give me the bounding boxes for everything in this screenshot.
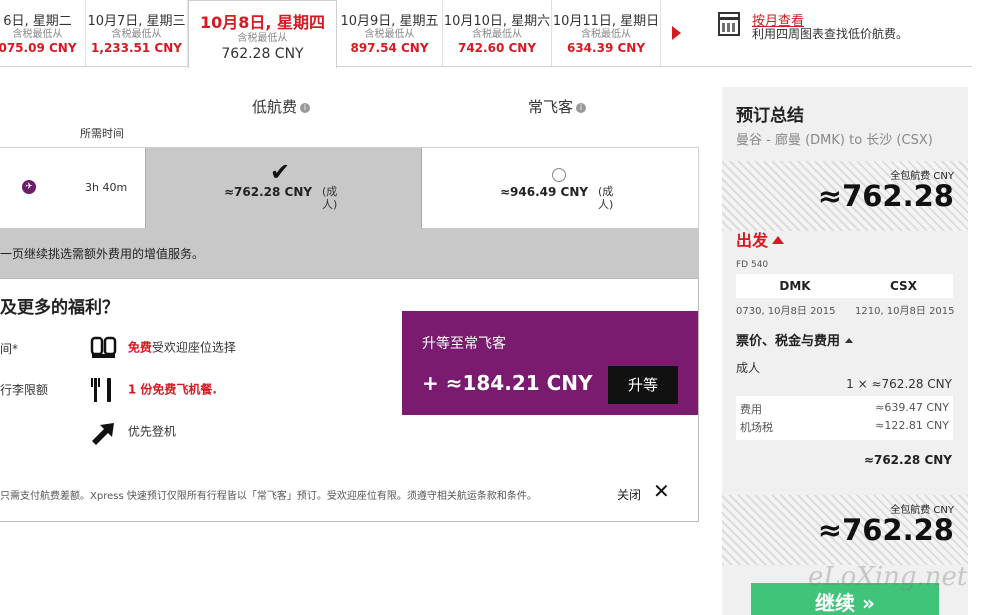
date-label: 6日, 星期二 — [3, 14, 72, 29]
total-fare-box-bottom: 全包航费 CNY ≈762.28 — [722, 495, 968, 565]
adult-price-line: 1 × ≈762.28 CNY — [846, 377, 952, 391]
benefit-seat: 免费受欢迎座位选择 — [90, 335, 236, 361]
seat-benefit-text: 受欢迎座位选择 — [151, 340, 236, 355]
fee-label: 费用 — [740, 403, 762, 416]
low-fare-header-label: 低航费 — [252, 98, 298, 116]
date-cell-8-selected[interactable]: 10月8日, 星期四 含税最低从 762.28 CNY — [188, 0, 337, 68]
addon-notice-text: 一页继续挑选需额外费用的增值服务。 — [0, 247, 205, 261]
collapse-arrow-icon — [845, 338, 854, 343]
seat-free-label: 免费 — [127, 340, 152, 355]
date-label: 10月11日, 星期日 — [552, 14, 660, 29]
fare-radio-button[interactable] — [552, 168, 566, 182]
close-label[interactable]: 关闭 — [617, 486, 641, 503]
date-cell-6[interactable]: 6日, 星期二 含税最低从 075.09 CNY — [0, 0, 86, 66]
frequent-flyer-fare-amount: ≈946.49 CNY — [500, 185, 589, 199]
summary-title: 预订总结 — [736, 106, 804, 126]
boarding-benefit-text: 优先登机 — [127, 424, 176, 439]
upgrade-benefits-panel: 及更多的福利？ 间* 行李限额 免费受欢迎座位选择 1 份免费飞机餐. 优先登机… — [0, 278, 699, 522]
total-fare-amount: ≈762.28 — [817, 513, 954, 547]
date-price: 897.54 CNY — [350, 41, 429, 55]
date-price: 742.60 CNY — [457, 41, 537, 55]
segment-origin: DMK — [736, 274, 867, 298]
close-icon[interactable]: ✕ — [653, 479, 670, 503]
fees-toggle[interactable]: 票价、税金与费用 — [736, 330, 854, 349]
upgrade-title: 升等至常飞客 — [422, 336, 506, 352]
date-label: 10月7日, 星期三 — [87, 14, 186, 29]
flight-duration: 3h 40m — [85, 181, 128, 194]
frequent-flyer-header: 常飞客 i — [528, 96, 587, 117]
date-label: 10月9日, 星期五 — [340, 14, 439, 29]
departure-toggle[interactable]: 出发 — [736, 227, 785, 251]
meal-benefit-text: 1 份免费飞机餐. — [127, 382, 217, 397]
date-cell-7[interactable]: 10月7日, 星期三 含税最低从 1,233.51 CNY — [86, 0, 188, 66]
summary-route: 曼谷 - 廊曼 (DMK) to 长沙 (CSX) — [736, 133, 933, 148]
info-icon[interactable]: i — [576, 102, 587, 113]
seat-icon — [90, 336, 117, 358]
date-label: 10月10日, 星期六 — [443, 14, 551, 29]
month-view-desc: 利用四周图表查找低价航费。 — [752, 27, 909, 41]
tax-value: ≈122.81 CNY — [875, 419, 949, 432]
watermark: eLoXing.net — [808, 562, 968, 592]
cutlery-icon — [91, 378, 111, 402]
benefit-left-2: 行李限额 — [0, 383, 49, 397]
plane-icon[interactable]: ✈ — [22, 180, 36, 194]
segment-destination: CSX — [854, 274, 953, 298]
frequent-flyer-fare-option[interactable]: ≈946.49 CNY (成人) — [422, 148, 699, 228]
benefit-meal: 1 份免费飞机餐. — [90, 377, 217, 403]
upgrade-button[interactable]: 升等 — [608, 366, 678, 404]
tax-note: 含税最低从 — [581, 29, 631, 40]
tax-label: 机场税 — [740, 421, 773, 434]
total-fare-amount: ≈762.28 — [817, 179, 954, 213]
fee-breakdown: 费用 ≈639.47 CNY 机场税 ≈122.81 CNY — [736, 396, 953, 440]
date-cell-9[interactable]: 10月9日, 星期五 含税最低从 897.54 CNY — [337, 0, 443, 66]
tax-note: 含税最低从 — [12, 29, 63, 40]
date-cell-11[interactable]: 10月11日, 星期日 含税最低从 634.39 CNY — [552, 0, 661, 66]
booking-summary: 预订总结 曼谷 - 廊曼 (DMK) to 长沙 (CSX) 全包航费 CNY … — [722, 87, 968, 615]
flight-number: FD 540 — [736, 260, 769, 270]
date-cell-10[interactable]: 10月10日, 星期六 含税最低从 742.60 CNY — [443, 0, 552, 66]
low-fare-header: 低航费 i — [252, 96, 311, 117]
tax-note: 含税最低从 — [364, 29, 415, 40]
benefit-boarding: 优先登机 — [90, 419, 176, 445]
subtotal: ≈762.28 CNY — [863, 453, 952, 467]
flight-row-info: ✈ 3h 40m — [0, 148, 145, 228]
date-price: 762.28 CNY — [221, 46, 304, 62]
adult-label: 成人 — [736, 361, 761, 375]
date-label: 10月8日, 星期四 — [199, 13, 326, 32]
low-fare-amount: ≈762.28 CNY — [224, 185, 313, 199]
duration-header: 所需时间 — [80, 127, 124, 140]
tax-note: 含税最低从 — [472, 29, 522, 40]
tax-note: 含税最低从 — [111, 29, 162, 40]
info-icon[interactable]: i — [300, 102, 311, 113]
benefit-left-1: 间* — [0, 342, 19, 356]
fees-title: 票价、税金与费用 — [736, 334, 841, 349]
addon-notice: 一页继续挑选需额外费用的增值服务。 — [0, 228, 699, 278]
per-adult-label: (成人) — [598, 185, 614, 211]
date-price: 075.09 CNY — [0, 41, 77, 55]
per-adult-label: (成人) — [322, 185, 338, 211]
low-fare-option-selected[interactable]: ✔ ≈762.28 CNY (成人) — [145, 148, 422, 228]
total-fare-box: 全包航费 CNY ≈762.28 — [722, 161, 968, 231]
calendar-icon — [718, 12, 740, 36]
fee-value: ≈639.47 CNY — [875, 401, 949, 414]
benefits-footnote: 只需支付航费差额。Xpress 快速预订仅限所有行程皆以「常飞客」预订。受欢迎座… — [0, 491, 537, 502]
upgrade-box: 升等至常飞客 + ≈184.21 CNY 升等 — [402, 311, 698, 415]
next-dates-arrow-icon[interactable] — [672, 26, 681, 40]
collapse-arrow-icon — [772, 236, 785, 244]
upgrade-price: + ≈184.21 CNY — [422, 371, 593, 395]
checkmark-icon: ✔ — [270, 158, 291, 186]
date-price: 1,233.51 CNY — [91, 41, 182, 55]
date-price: 634.39 CNY — [566, 41, 646, 55]
date-strip: 6日, 星期二 含税最低从 075.09 CNY 10月7日, 星期三 含税最低… — [0, 0, 972, 68]
benefits-title: 及更多的福利？ — [0, 298, 119, 318]
departure-label: 出发 — [736, 231, 769, 250]
frequent-flyer-header-label: 常飞客 — [528, 98, 574, 116]
tax-note: 含税最低从 — [237, 33, 288, 44]
departure-time: 0730, 10月8日 2015 — [736, 306, 836, 317]
arrival-time: 1210, 10月8日 2015 — [855, 306, 955, 317]
priority-boarding-icon — [92, 423, 114, 445]
